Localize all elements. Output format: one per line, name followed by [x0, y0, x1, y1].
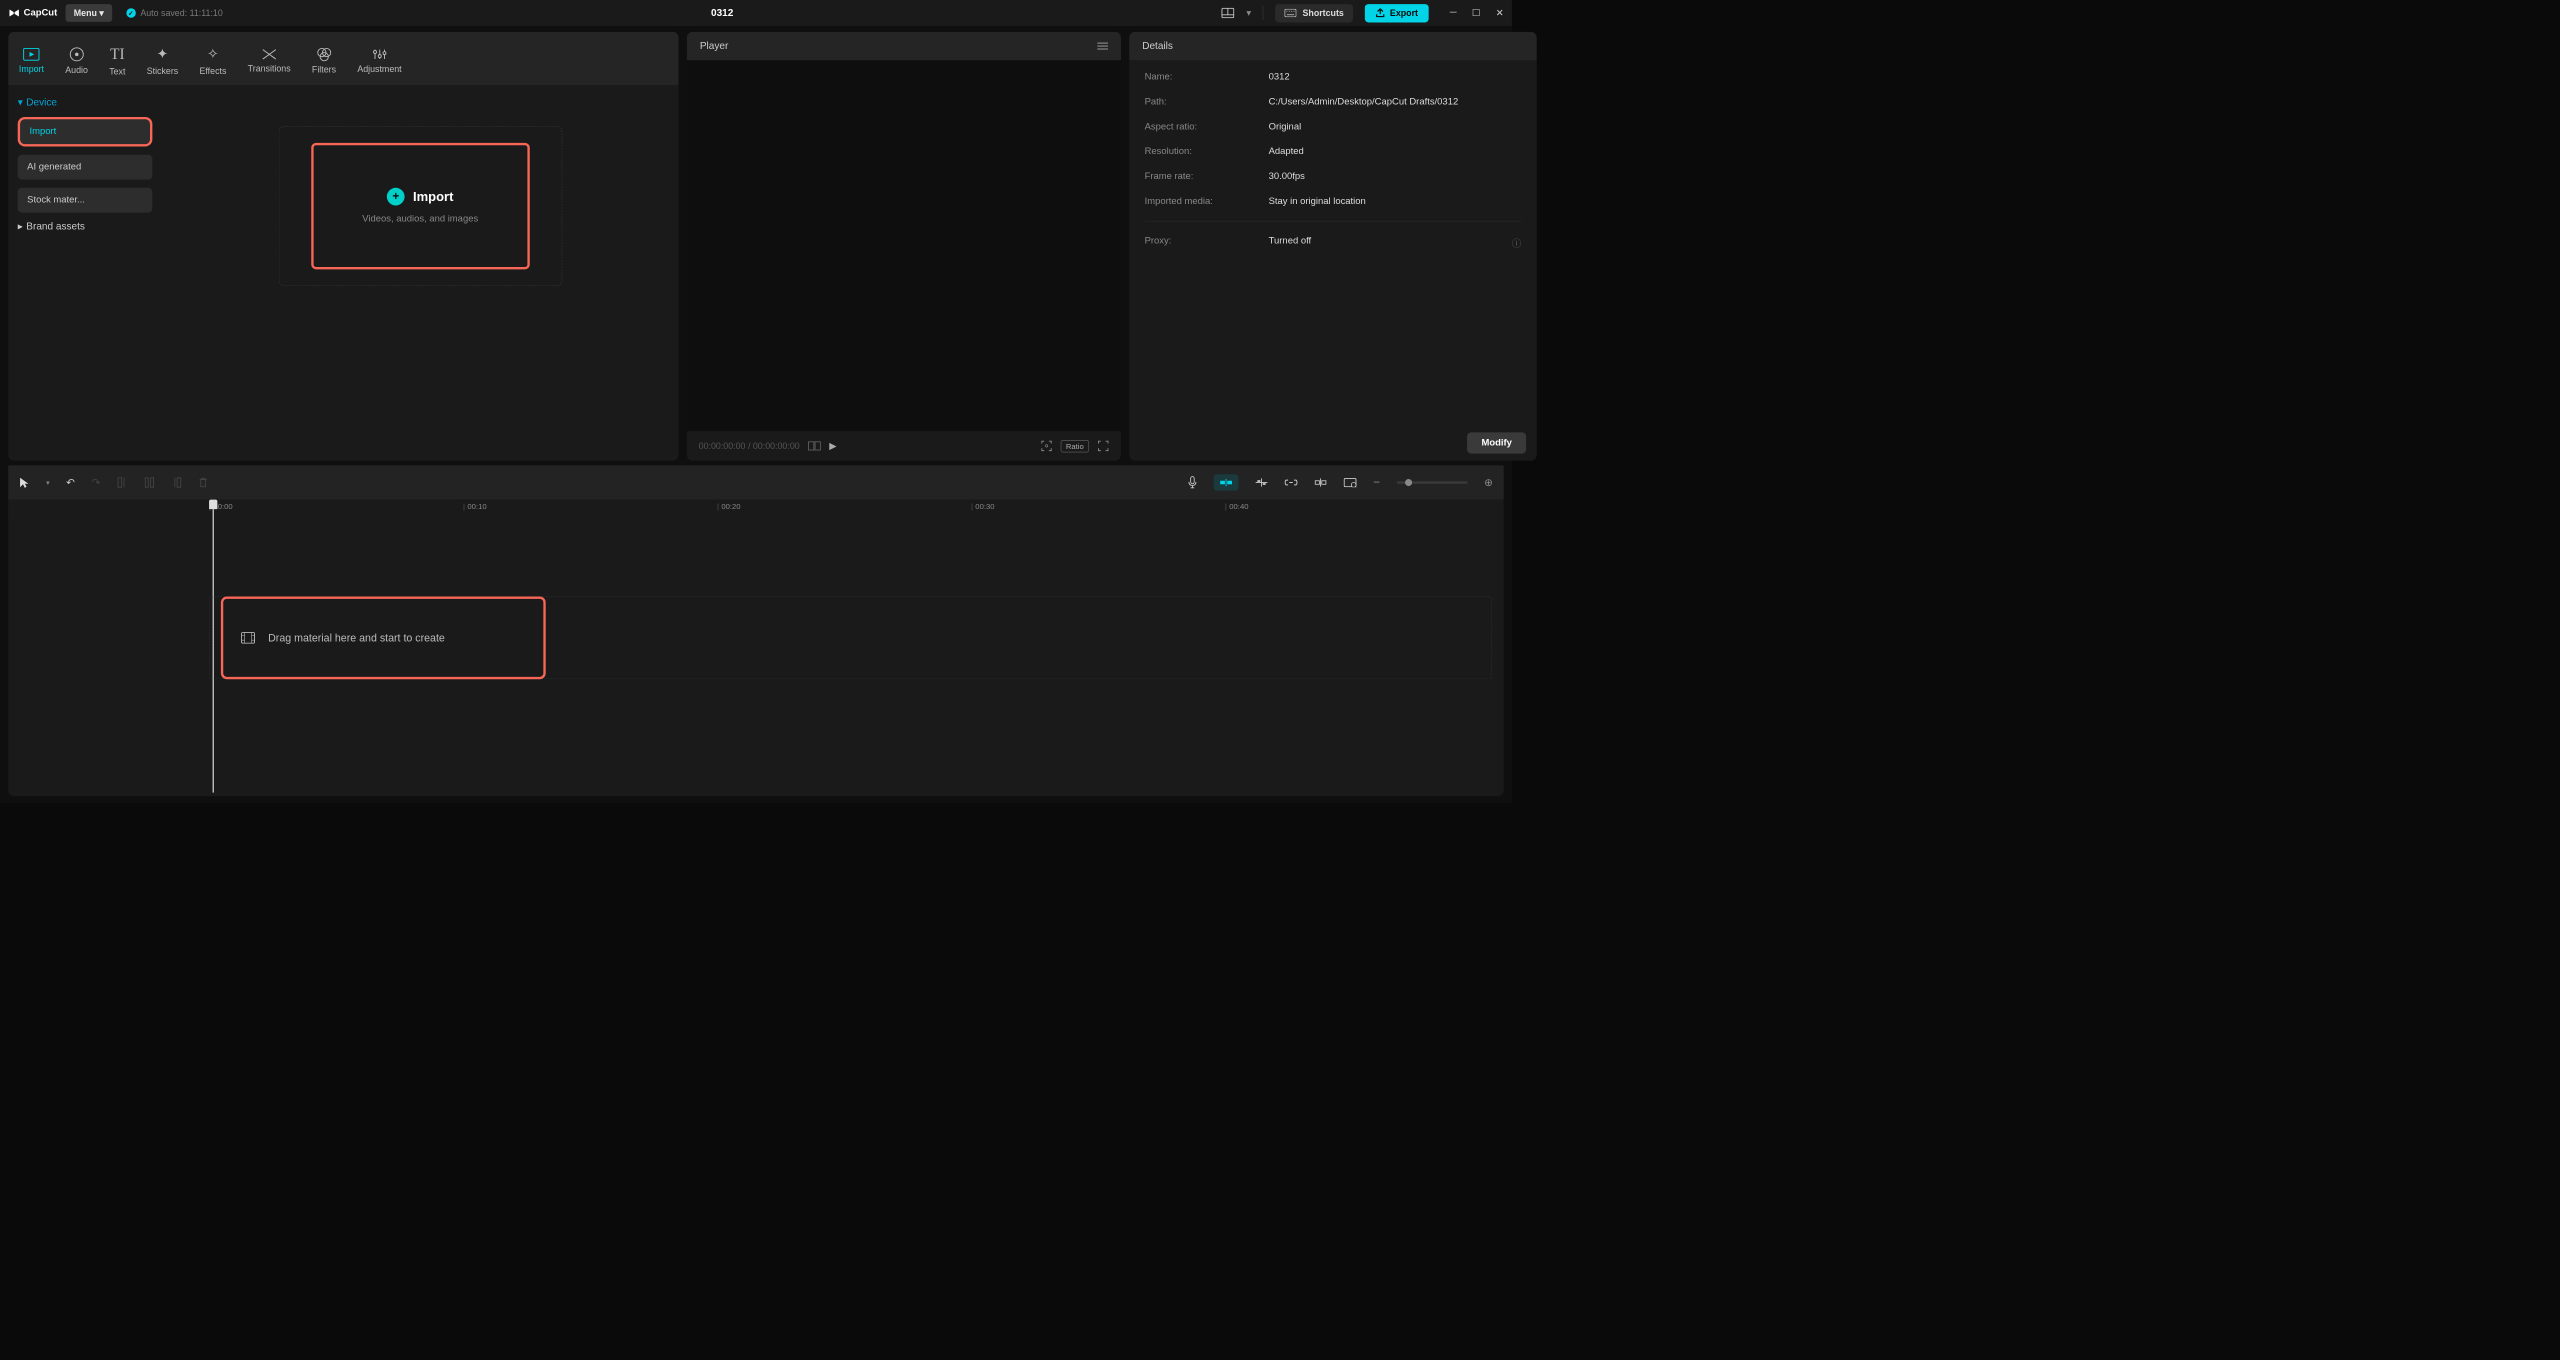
zoom-in-button[interactable]: ⊕ — [1484, 476, 1493, 488]
cursor-tool[interactable] — [19, 477, 30, 489]
close-button[interactable]: ✕ — [1496, 7, 1504, 19]
details-title: Details — [1129, 32, 1537, 60]
delete-button[interactable] — [199, 477, 208, 488]
ratio-button[interactable]: Ratio — [1061, 440, 1090, 452]
detail-label-proxy: Proxy: — [1145, 236, 1257, 250]
export-button[interactable]: Export — [1365, 4, 1428, 22]
timeline-drop-hint[interactable]: Drag material here and start to create — [221, 597, 546, 680]
dropzone-subtitle: Videos, audios, and images — [362, 214, 478, 225]
filters-icon — [316, 47, 331, 61]
redo-button[interactable]: ↷ — [92, 476, 101, 488]
detail-label-resolution: Resolution: — [1145, 146, 1257, 157]
stickers-icon: ✦ — [157, 45, 169, 62]
tab-filters[interactable]: Filters — [301, 37, 346, 85]
tab-transitions[interactable]: Transitions — [237, 37, 301, 85]
detail-value-proxy: Turned off — [1269, 236, 1501, 250]
detail-label-fps: Frame rate: — [1145, 171, 1257, 182]
ruler-mark: 00:30 — [971, 502, 995, 511]
mic-button[interactable] — [1188, 476, 1197, 489]
menu-button[interactable]: Menu ▾ — [65, 4, 111, 22]
audio-icon — [69, 46, 84, 61]
detail-value-path: C:/Users/Admin/Desktop/CapCut Drafts/031… — [1269, 97, 1522, 108]
detail-label-path: Path: — [1145, 97, 1257, 108]
project-title: 0312 — [231, 7, 1213, 19]
align-button[interactable] — [1314, 478, 1327, 487]
timeline-panel: ▾ ↶ ↷ − ⊕ 00:00 00:10 00:20 00:30 00:40 — [8, 465, 1503, 796]
details-panel: Details Name: 0312 Path: C:/Users/Admin/De… — [1129, 32, 1537, 461]
plus-icon: + — [387, 188, 405, 206]
transitions-icon — [261, 48, 276, 60]
detail-value-imported: Stay in original location — [1269, 196, 1522, 207]
play-button[interactable]: ▶ — [829, 440, 836, 452]
minimize-button[interactable]: ─ — [1450, 7, 1457, 19]
check-icon: ✓ — [126, 8, 135, 17]
split-right-button[interactable] — [171, 477, 182, 489]
export-icon — [1376, 8, 1385, 17]
detail-label-imported: Imported media: — [1145, 196, 1257, 207]
sidebar-item-ai-generated[interactable]: AI generated — [18, 155, 153, 180]
tab-import[interactable]: Import — [8, 37, 54, 85]
tab-audio[interactable]: Audio — [55, 37, 99, 85]
tab-effects[interactable]: ✧ Effects — [189, 37, 237, 85]
import-dropzone[interactable]: + Import Videos, audios, and images — [278, 126, 561, 285]
sidebar-brand-assets-header[interactable]: ▸ Brand assets — [18, 221, 153, 233]
magnet-button[interactable] — [1214, 474, 1239, 491]
detail-value-fps: 30.00fps — [1269, 171, 1522, 182]
app-logo: CapCut — [8, 7, 57, 19]
preview-axis-button[interactable] — [1255, 478, 1268, 487]
ruler-mark: 00:40 — [1225, 502, 1249, 511]
zoom-out-button[interactable]: − — [1373, 476, 1380, 490]
split-button[interactable] — [144, 477, 155, 489]
undo-button[interactable]: ↶ — [66, 476, 75, 488]
modify-button[interactable]: Modify — [1467, 432, 1526, 453]
cover-button[interactable] — [1344, 478, 1357, 487]
maximize-button[interactable]: ☐ — [1472, 7, 1480, 19]
chevron-down-icon: ▾ — [99, 8, 103, 19]
split-left-button[interactable] — [117, 477, 128, 489]
detail-label-aspect: Aspect ratio: — [1145, 122, 1257, 133]
detail-value-resolution: Adapted — [1269, 146, 1522, 157]
fullscreen-icon[interactable] — [1097, 440, 1109, 452]
zoom-slider[interactable] — [1397, 481, 1468, 483]
player-title: Player — [700, 40, 728, 52]
text-icon: TI — [110, 45, 124, 63]
autosave-status: ✓ Auto saved: 11:11:10 — [126, 8, 223, 18]
tab-text[interactable]: TI Text — [99, 37, 137, 85]
import-icon — [23, 48, 40, 61]
player-menu-icon[interactable] — [1097, 43, 1108, 50]
ruler-mark: 00:20 — [717, 502, 741, 511]
compare-icon[interactable] — [808, 441, 821, 450]
media-panel: Import Audio TI Text ✦ Stickers ✧ Effect… — [8, 32, 678, 461]
detail-label-name: Name: — [1145, 72, 1257, 83]
tab-adjustment[interactable]: Adjustment — [347, 37, 413, 85]
ruler-mark: 00:10 — [463, 502, 487, 511]
link-button[interactable] — [1285, 479, 1298, 486]
timeline-ruler[interactable]: 00:00 00:10 00:20 00:30 00:40 — [8, 500, 1503, 520]
sidebar-item-import[interactable]: Import — [18, 117, 153, 147]
film-icon — [241, 632, 255, 644]
player-current-time: 00:00:00:00 / 00:00:00:00 — [699, 441, 800, 451]
layout-icon[interactable] — [1222, 8, 1235, 19]
keyboard-icon — [1285, 9, 1297, 17]
tab-stickers[interactable]: ✦ Stickers — [136, 37, 189, 85]
scan-icon[interactable] — [1040, 440, 1052, 452]
detail-value-aspect: Original — [1269, 122, 1522, 133]
cursor-dropdown[interactable]: ▾ — [46, 478, 50, 486]
info-icon[interactable]: ⓘ — [1512, 236, 1521, 250]
sidebar-device-header[interactable]: ▾ Device — [18, 97, 153, 109]
effects-icon: ✧ — [207, 45, 219, 62]
shortcuts-button[interactable]: Shortcuts — [1275, 4, 1353, 22]
detail-value-name: 0312 — [1269, 72, 1522, 83]
player-panel: Player 00:00:00:00 / 00:00:00:00 ▶ Ratio — [687, 32, 1121, 461]
player-viewport[interactable] — [687, 60, 1121, 431]
adjustment-icon — [372, 48, 386, 61]
sidebar-item-stock-materials[interactable]: Stock mater... — [18, 188, 153, 213]
chevron-down-icon[interactable]: ▾ — [1246, 7, 1251, 19]
